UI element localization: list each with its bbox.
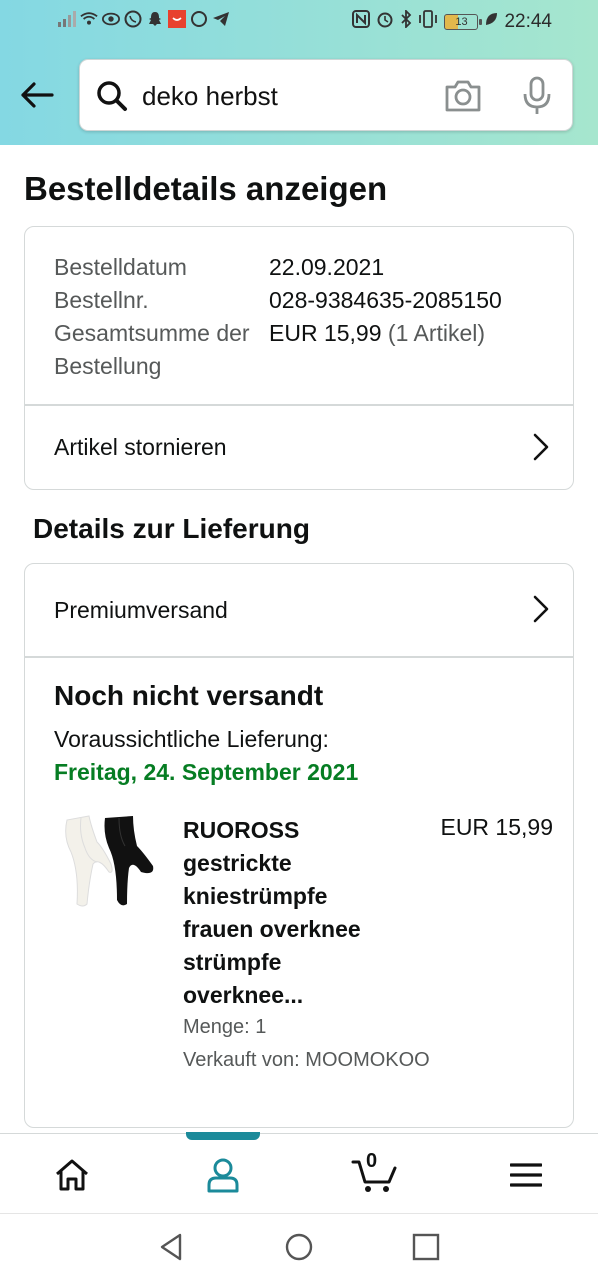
system-recents-icon[interactable] xyxy=(411,1232,441,1262)
whatsapp-icon xyxy=(124,10,142,28)
order-date-label: Bestelldatum xyxy=(54,254,187,280)
chevron-right-icon xyxy=(533,595,549,623)
shipping-method-label: Premiumversand xyxy=(54,596,228,623)
leaf-icon xyxy=(484,11,498,33)
telegram-icon xyxy=(212,10,230,28)
notification-icons xyxy=(58,10,230,28)
order-date-row: Bestelldatum 22.09.2021 xyxy=(54,251,554,284)
order-total-amount: EUR 15,99 xyxy=(269,320,382,346)
user-icon xyxy=(207,1158,239,1193)
nav-account[interactable] xyxy=(198,1150,248,1200)
cart-count-badge: 0 xyxy=(366,1150,378,1172)
divider xyxy=(25,656,573,658)
product-title[interactable]: RUOROSS gestrickte kniestrümpfe frauen o… xyxy=(183,814,403,1012)
wifi-icon xyxy=(80,10,98,28)
product-price: EUR 15,99 xyxy=(440,814,553,840)
delivery-section-title: Details zur Lieferung xyxy=(33,513,310,544)
product-quantity: Menge: 1 xyxy=(183,1016,267,1038)
order-total-row: Gesamtsumme der Bestellung EUR 15,99 (1 … xyxy=(54,317,554,383)
order-number-label: Bestellnr. xyxy=(54,287,149,313)
signal-icon xyxy=(58,10,76,28)
camera-icon[interactable] xyxy=(443,78,483,114)
alarm-icon xyxy=(376,10,394,34)
cancel-items-link[interactable]: Artikel stornieren xyxy=(25,405,573,489)
back-button[interactable] xyxy=(18,76,56,114)
page-title: Bestelldetails anzeigen xyxy=(24,170,388,207)
order-total-label: Gesamtsumme der Bestellung xyxy=(54,320,250,379)
bluetooth-icon xyxy=(400,8,412,34)
status-bar: 13 22:44 xyxy=(0,0,598,44)
chevron-right-icon xyxy=(533,433,549,461)
back-arrow-icon xyxy=(21,82,54,108)
order-number-row: Bestellnr. 028-9384635-2085150 xyxy=(54,284,554,317)
home-icon xyxy=(56,1159,88,1191)
app-header: 13 22:44 xyxy=(0,0,598,145)
order-item-count: (1 Artikel) xyxy=(387,320,486,346)
search-icon[interactable] xyxy=(94,78,130,114)
nav-cart[interactable]: 0 xyxy=(347,1150,403,1200)
system-home-icon[interactable] xyxy=(284,1232,314,1262)
app-red-icon xyxy=(168,10,186,28)
system-status: 13 22:44 xyxy=(352,8,552,34)
eye-icon xyxy=(102,10,120,28)
hamburger-menu-icon xyxy=(510,1163,542,1187)
shipping-method-link[interactable]: Premiumversand xyxy=(25,564,573,656)
nav-menu[interactable] xyxy=(501,1150,551,1200)
snapchat-icon xyxy=(146,10,164,28)
system-nav-bar xyxy=(0,1213,598,1280)
nav-home[interactable] xyxy=(47,1150,97,1200)
search-input[interactable] xyxy=(142,76,422,116)
expected-delivery-date: Freitag, 24. September 2021 xyxy=(54,759,359,785)
expected-delivery-label: Voraussichtliche Lieferung: xyxy=(54,726,329,752)
active-tab-indicator xyxy=(186,1132,260,1140)
vibrate-icon xyxy=(418,10,438,34)
order-total-value: EUR 15,99 (1 Artikel) xyxy=(269,317,485,383)
order-number-value: 028-9384635-2085150 xyxy=(269,287,502,313)
product-seller: Verkauft von: MOOMOKOO xyxy=(183,1049,430,1071)
bottom-nav: 0 xyxy=(0,1132,598,1213)
clock-time: 22:44 xyxy=(504,11,552,32)
search-bar[interactable] xyxy=(79,59,573,131)
battery-indicator: 13 xyxy=(444,14,483,30)
order-info: Bestelldatum 22.09.2021 Bestellnr. 028-9… xyxy=(54,251,554,383)
order-summary-card: Bestelldatum 22.09.2021 Bestellnr. 028-9… xyxy=(24,226,574,490)
microphone-icon[interactable] xyxy=(522,76,552,116)
system-back-icon[interactable] xyxy=(156,1232,186,1262)
shipment-status: Noch nicht versandt xyxy=(54,680,324,711)
circle-app-icon xyxy=(190,10,208,28)
order-date-value: 22.09.2021 xyxy=(269,254,385,280)
product-image[interactable] xyxy=(59,812,159,917)
delivery-card: Premiumversand Noch nicht versandt Vorau… xyxy=(24,563,574,1128)
nfc-icon xyxy=(352,10,371,34)
cancel-items-label: Artikel stornieren xyxy=(54,433,227,460)
